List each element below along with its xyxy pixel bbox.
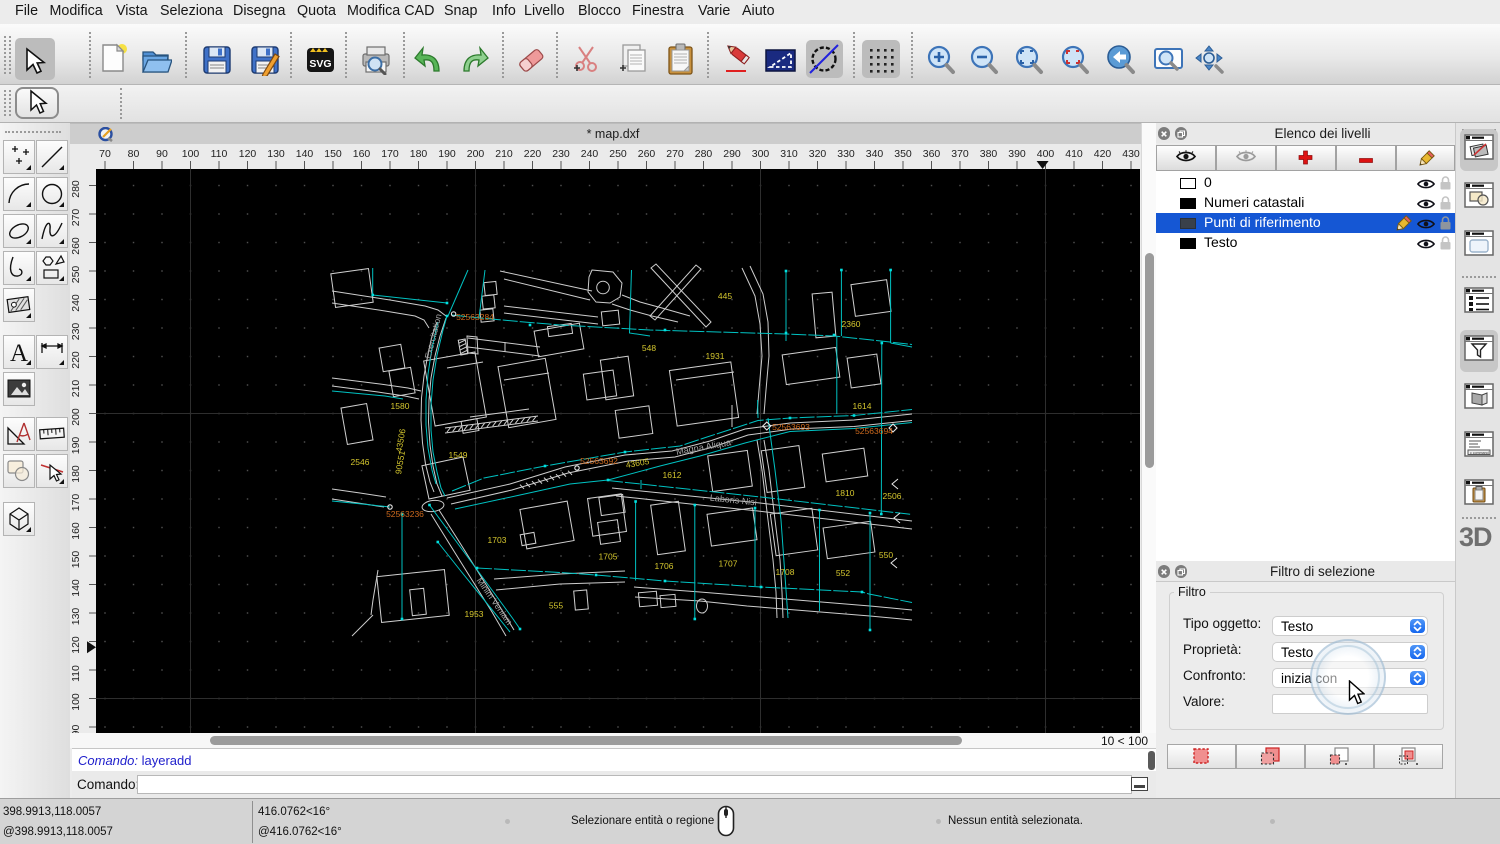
svg-text:548: 548 <box>642 343 656 353</box>
svg-text:190: 190 <box>70 437 82 455</box>
svg-text:2360: 2360 <box>842 319 861 329</box>
svg-text:140: 140 <box>70 579 82 597</box>
svg-text:1580: 1580 <box>391 401 410 411</box>
svg-text:170: 170 <box>381 148 399 160</box>
svg-text:110: 110 <box>70 665 82 682</box>
svg-text:555: 555 <box>549 601 563 611</box>
svg-text:140: 140 <box>296 148 314 160</box>
svg-text:300: 300 <box>752 148 770 160</box>
svg-text:170: 170 <box>70 494 82 512</box>
svg-text:445: 445 <box>718 291 732 301</box>
svg-text:180: 180 <box>70 465 82 483</box>
svg-text:220: 220 <box>70 351 82 369</box>
svg-text:220: 220 <box>524 148 542 160</box>
svg-text:250: 250 <box>70 266 82 284</box>
svg-text:552: 552 <box>836 568 850 578</box>
svg-text:52563284: 52563284 <box>456 312 494 322</box>
svg-text:260: 260 <box>70 237 82 255</box>
svg-text:270: 270 <box>70 209 82 227</box>
svg-text:390: 390 <box>1008 148 1026 160</box>
svg-text:280: 280 <box>70 180 82 198</box>
svg-text:1703: 1703 <box>488 535 507 545</box>
svg-text:290: 290 <box>723 148 741 160</box>
svg-text:380: 380 <box>980 148 998 160</box>
svg-text:150: 150 <box>324 148 342 160</box>
svg-text:320: 320 <box>809 148 827 160</box>
svg-text:230: 230 <box>552 148 570 160</box>
svg-text:110: 110 <box>211 148 228 160</box>
svg-text:350: 350 <box>894 148 912 160</box>
svg-text:70: 70 <box>99 148 111 160</box>
svg-text:550: 550 <box>879 550 893 560</box>
svg-text:52563236: 52563236 <box>386 509 424 519</box>
svg-text:160: 160 <box>70 522 82 540</box>
svg-text:190: 190 <box>438 148 456 160</box>
svg-text:410: 410 <box>1065 148 1083 160</box>
svg-text:1612: 1612 <box>663 470 682 480</box>
svg-text:250: 250 <box>609 148 627 160</box>
svg-text:1706: 1706 <box>655 561 674 571</box>
svg-text:420: 420 <box>1094 148 1112 160</box>
svg-text:52563694: 52563694 <box>855 426 893 436</box>
svg-text:1810: 1810 <box>836 488 855 498</box>
svg-text:120: 120 <box>70 636 82 654</box>
svg-text:120: 120 <box>239 148 257 160</box>
svg-text:430: 430 <box>1122 148 1140 160</box>
svg-text:1549: 1549 <box>449 450 468 460</box>
svg-text:340: 340 <box>866 148 884 160</box>
svg-text:1953: 1953 <box>465 609 484 619</box>
svg-text:240: 240 <box>581 148 599 160</box>
svg-text:52563693: 52563693 <box>772 422 810 432</box>
svg-text:90: 90 <box>70 725 82 733</box>
svg-text:2546: 2546 <box>351 457 370 467</box>
svg-text:270: 270 <box>666 148 684 160</box>
svg-text:400: 400 <box>1037 148 1055 160</box>
svg-text:370: 370 <box>951 148 969 160</box>
svg-text:240: 240 <box>70 294 82 312</box>
svg-text:c command: c command <box>1470 451 1489 455</box>
svg-text:1614: 1614 <box>853 401 872 411</box>
svg-text:SVG: SVG <box>309 58 331 70</box>
svg-text:90: 90 <box>156 148 168 160</box>
svg-text:160: 160 <box>353 148 371 160</box>
svg-text:100: 100 <box>182 148 200 160</box>
svg-text:52563692: 52563692 <box>580 456 618 466</box>
svg-text:330: 330 <box>837 148 855 160</box>
svg-text:130: 130 <box>267 148 285 160</box>
svg-text:310: 310 <box>780 148 798 160</box>
svg-text:A: A <box>10 340 28 367</box>
svg-text:1931: 1931 <box>706 351 725 361</box>
svg-text:180: 180 <box>410 148 428 160</box>
svg-text:210: 210 <box>495 148 513 160</box>
svg-text:360: 360 <box>923 148 941 160</box>
svg-text:150: 150 <box>70 551 82 569</box>
svg-text:100: 100 <box>70 693 82 711</box>
svg-text:1708: 1708 <box>776 567 795 577</box>
svg-text:210: 210 <box>70 380 82 398</box>
svg-text:200: 200 <box>467 148 485 160</box>
svg-text:2506: 2506 <box>883 491 902 501</box>
svg-text:1705: 1705 <box>599 552 618 562</box>
svg-text:200: 200 <box>70 408 82 426</box>
svg-text:1707: 1707 <box>719 559 738 569</box>
svg-text:230: 230 <box>70 323 82 341</box>
svg-text:280: 280 <box>695 148 713 160</box>
svg-text:130: 130 <box>70 608 82 626</box>
svg-text:260: 260 <box>638 148 656 160</box>
svg-text:80: 80 <box>128 148 140 160</box>
